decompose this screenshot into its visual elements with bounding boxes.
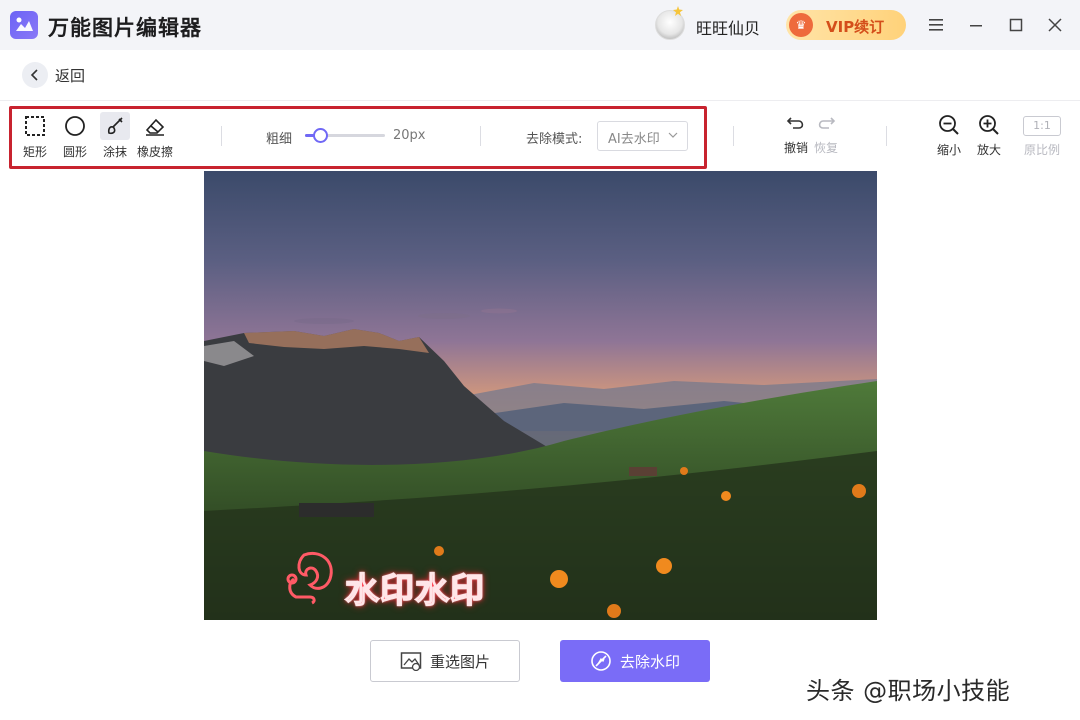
divider (480, 126, 481, 146)
zoom-out-label: 缩小 (936, 143, 961, 157)
close-button[interactable] (1042, 12, 1068, 38)
remove-watermark-label: 去除水印 (619, 652, 680, 671)
crown-icon: ♛ (789, 13, 813, 37)
zoom-out-icon (939, 115, 959, 135)
reselect-image-label: 重选图片 (429, 652, 490, 671)
circle-select-icon (60, 112, 90, 140)
undo-label: 撤销 (783, 141, 808, 155)
tool-eraser[interactable]: 橡皮擦 (137, 112, 173, 160)
undo-icon (786, 117, 804, 129)
image-icon (400, 652, 422, 671)
minimize-button[interactable] (963, 12, 989, 38)
removal-mode-select[interactable]: AI去水印 (597, 121, 688, 151)
removal-mode-label: 去除模式: (526, 132, 583, 147)
tool-label: 涂抹 (102, 145, 127, 159)
ratio-icon: 1:1 (1023, 116, 1061, 136)
back-label: 返回 (55, 66, 86, 85)
chevron-left-icon (22, 62, 48, 88)
zoom-in-label: 放大 (976, 143, 1001, 157)
watermark-logo-icon (286, 552, 333, 605)
minimize-icon (970, 25, 982, 27)
brush-size-value: 20px (393, 128, 426, 143)
redo-button[interactable]: 恢复 (806, 114, 846, 156)
tool-label: 橡皮擦 (137, 145, 174, 159)
menu-icon (929, 19, 943, 31)
divider (886, 126, 887, 146)
original-ratio-label: 原比例 (1023, 143, 1060, 157)
title-bar: 万能图片编辑器 旺旺仙贝 ♛ VIP续订 (0, 0, 1080, 50)
divider (0, 100, 1080, 101)
tool-circle[interactable]: 圆形 (60, 112, 90, 160)
zoom-in-icon (979, 115, 999, 135)
close-icon (1048, 18, 1062, 32)
back-button[interactable]: 返回 (22, 62, 85, 88)
tool-label: 圆形 (62, 145, 87, 159)
vip-renew-label: VIP续订 (826, 18, 885, 36)
tool-label: 矩形 (22, 145, 47, 159)
maximize-button[interactable] (1003, 12, 1029, 38)
tool-rectangle[interactable]: 矩形 (20, 112, 50, 160)
remove-watermark-icon (591, 651, 611, 671)
divider (733, 126, 734, 146)
maximize-icon (1009, 18, 1023, 32)
original-ratio-button[interactable]: 1:1 原比例 (1022, 113, 1062, 158)
tool-brush[interactable]: 涂抹 (100, 112, 130, 160)
removal-mode-value: AI去水印 (608, 132, 660, 147)
avatar[interactable] (655, 10, 685, 40)
slider-thumb[interactable] (313, 128, 328, 143)
reselect-image-button[interactable]: 重选图片 (370, 640, 520, 682)
credit-watermark: 头条 @职场小技能 (806, 677, 1011, 705)
app-title: 万能图片编辑器 (48, 16, 202, 40)
redo-icon (818, 117, 836, 129)
remove-watermark-button[interactable]: 去除水印 (560, 640, 710, 682)
brush-size-label: 粗细 (266, 132, 293, 147)
divider (221, 126, 222, 146)
eraser-icon (140, 112, 170, 140)
redo-label: 恢复 (813, 141, 838, 155)
rectangle-select-icon (20, 112, 50, 140)
chevron-down-icon (668, 132, 678, 138)
app-logo-icon (10, 11, 38, 39)
vip-renew-button[interactable]: ♛ VIP续订 (786, 10, 906, 40)
watermark-text: 水印水印 (344, 570, 485, 612)
brush-icon (100, 112, 130, 140)
zoom-out-button[interactable]: 缩小 (929, 114, 969, 158)
user-name[interactable]: 旺旺仙贝 (696, 15, 760, 39)
menu-button[interactable] (923, 12, 949, 38)
zoom-in-button[interactable]: 放大 (969, 114, 1009, 158)
